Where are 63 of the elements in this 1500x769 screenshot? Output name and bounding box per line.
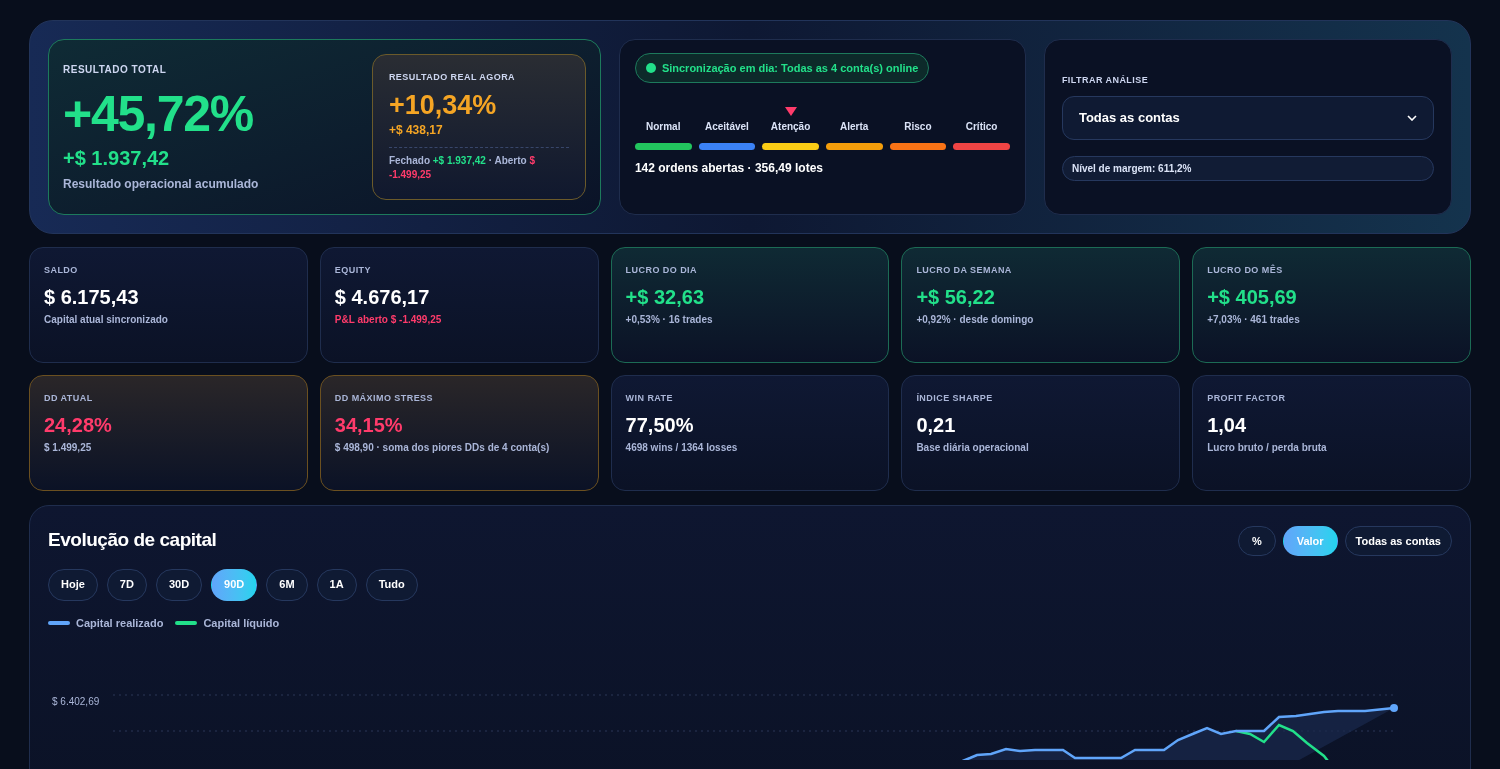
metric-label: SALDO: [44, 264, 79, 277]
mode-toggle[interactable]: %: [1237, 526, 1276, 556]
filter-label: FILTRAR ANÁLISE: [1061, 74, 1150, 87]
metric-value: 34,15%: [334, 412, 404, 437]
metric-note: $ 1.499,25: [44, 440, 93, 455]
total-amount: +$ 1.937,42: [63, 145, 171, 171]
real-amount: +$ 438,17: [388, 121, 444, 139]
closed-open-breakdown: Fechado +$ 1.937,42 · Aberto $ -1.499,25: [388, 153, 536, 182]
metric-label: DD ATUAL: [44, 392, 94, 405]
legend-label: Capital líquido: [203, 615, 280, 631]
risk-level-label: Crítico: [965, 120, 998, 134]
metric-note: +7,03% · 461 trades: [1207, 312, 1301, 327]
chevron-down-icon: [1407, 114, 1417, 121]
metric-note: Capital atual sincronizado: [44, 312, 169, 327]
chart-title: Evolução de capital: [48, 528, 218, 552]
metric-note: +0,92% · desde domingo: [916, 312, 1035, 327]
real-percent: +10,34%: [388, 88, 498, 121]
metric-value: +$ 32,63: [625, 284, 705, 309]
account-select[interactable]: Todas as contas: [1061, 95, 1434, 140]
range-tab[interactable]: 7D: [106, 568, 147, 601]
margin-level-pill: Nível de margem: 611,2%: [1061, 155, 1434, 181]
metric-label: ÍNDICE SHARPE: [916, 392, 994, 405]
accounts-button[interactable]: Todas as contas: [1344, 526, 1452, 556]
metric-value: $ 6.175,43: [44, 284, 140, 309]
risk-level-label: Risco: [904, 120, 932, 134]
metric-value: +$ 405,69: [1207, 284, 1298, 309]
card-label: RESULTADO REAL AGORA: [388, 71, 517, 84]
range-tab[interactable]: 1A: [316, 568, 357, 601]
range-tab[interactable]: Tudo: [365, 568, 418, 601]
legend-label: Capital realizado: [76, 615, 164, 631]
metric-label: WIN RATE: [625, 392, 675, 405]
risk-level-label: Alerta: [840, 120, 869, 134]
metric-label: DD MÁXIMO STRESS: [334, 392, 434, 405]
metric-note: +0,53% · 16 trades: [625, 312, 714, 327]
metric-note: Lucro bruto / perda bruta: [1207, 440, 1328, 455]
metric-value: 0,21: [916, 412, 957, 437]
metric-label: LUCRO DO DIA: [625, 264, 698, 277]
metric-note: Base diária operacional: [916, 440, 1030, 455]
risk-level-label: Normal: [646, 120, 681, 134]
risk-level-label: Aceitável: [704, 120, 749, 134]
metric-value: $ 4.676,17: [334, 284, 431, 309]
metric-label: LUCRO DO MÊS: [1207, 264, 1284, 277]
metric-note: P&L aberto $ -1.499,25: [334, 312, 443, 327]
metric-label: PROFIT FACTOR: [1207, 392, 1287, 405]
card-label: RESULTADO TOTAL: [63, 62, 168, 77]
y-axis-label: $ 6.402,69: [52, 696, 100, 707]
total-caption: Resultado operacional acumulado: [63, 175, 259, 193]
metric-note: 4698 wins / 1364 losses: [625, 440, 739, 455]
range-tab[interactable]: 6M: [266, 568, 308, 601]
metric-value: 77,50%: [625, 412, 695, 437]
status-dot-icon: [645, 63, 656, 73]
metric-note: $ 498,90 · soma dos piores DDs de 4 conta(s): [334, 440, 551, 455]
metric-label: LUCRO DA SEMANA: [916, 264, 1013, 277]
risk-level-label: Atenção: [770, 120, 811, 134]
range-tab[interactable]: Hoje: [48, 568, 98, 601]
metric-value: 24,28%: [44, 412, 113, 437]
metric-label: EQUITY: [334, 264, 372, 277]
metric-value: +$ 56,22: [916, 284, 996, 309]
total-percent: +45,72%: [63, 84, 255, 143]
range-tab[interactable]: 30D: [155, 568, 203, 601]
sync-status-badge: Sincronização em dia: Todas as 4 conta(s) online: [634, 53, 930, 83]
metric-value: 1,04: [1207, 412, 1248, 437]
open-orders-text: 142 ordens abertas · 356,49 lotes: [634, 160, 824, 177]
